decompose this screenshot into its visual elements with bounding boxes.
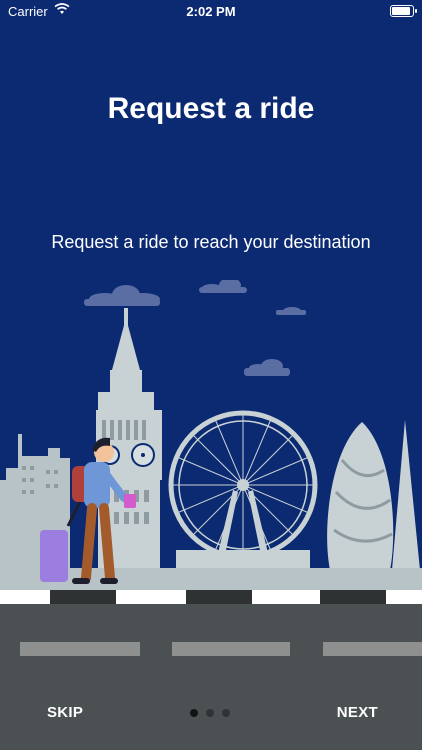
status-bar: Carrier 2:02 PM	[0, 0, 422, 22]
lane-marking	[323, 642, 422, 656]
london-skyline-illustration	[0, 280, 422, 590]
page-title: Request a ride	[107, 92, 315, 125]
status-time: 2:02 PM	[186, 4, 236, 19]
cloud-icon	[84, 285, 160, 306]
lane-marking	[172, 642, 290, 656]
road	[0, 590, 422, 750]
next-button[interactable]: NEXT	[337, 704, 378, 721]
lane-marking	[20, 642, 140, 656]
battery-icon	[390, 5, 417, 17]
page-indicator	[190, 709, 230, 717]
road-edge-segment	[186, 590, 252, 604]
page-dot-1[interactable]	[190, 709, 198, 717]
page-subtitle: Request a ride to reach your destination	[51, 232, 371, 252]
battery-fill	[392, 7, 410, 15]
road-edge-segment	[320, 590, 386, 604]
skip-button[interactable]: SKIP	[47, 704, 83, 721]
page-dot-2[interactable]	[206, 709, 214, 717]
page-dot-3[interactable]	[222, 709, 230, 717]
road-edge-segment	[50, 590, 116, 604]
